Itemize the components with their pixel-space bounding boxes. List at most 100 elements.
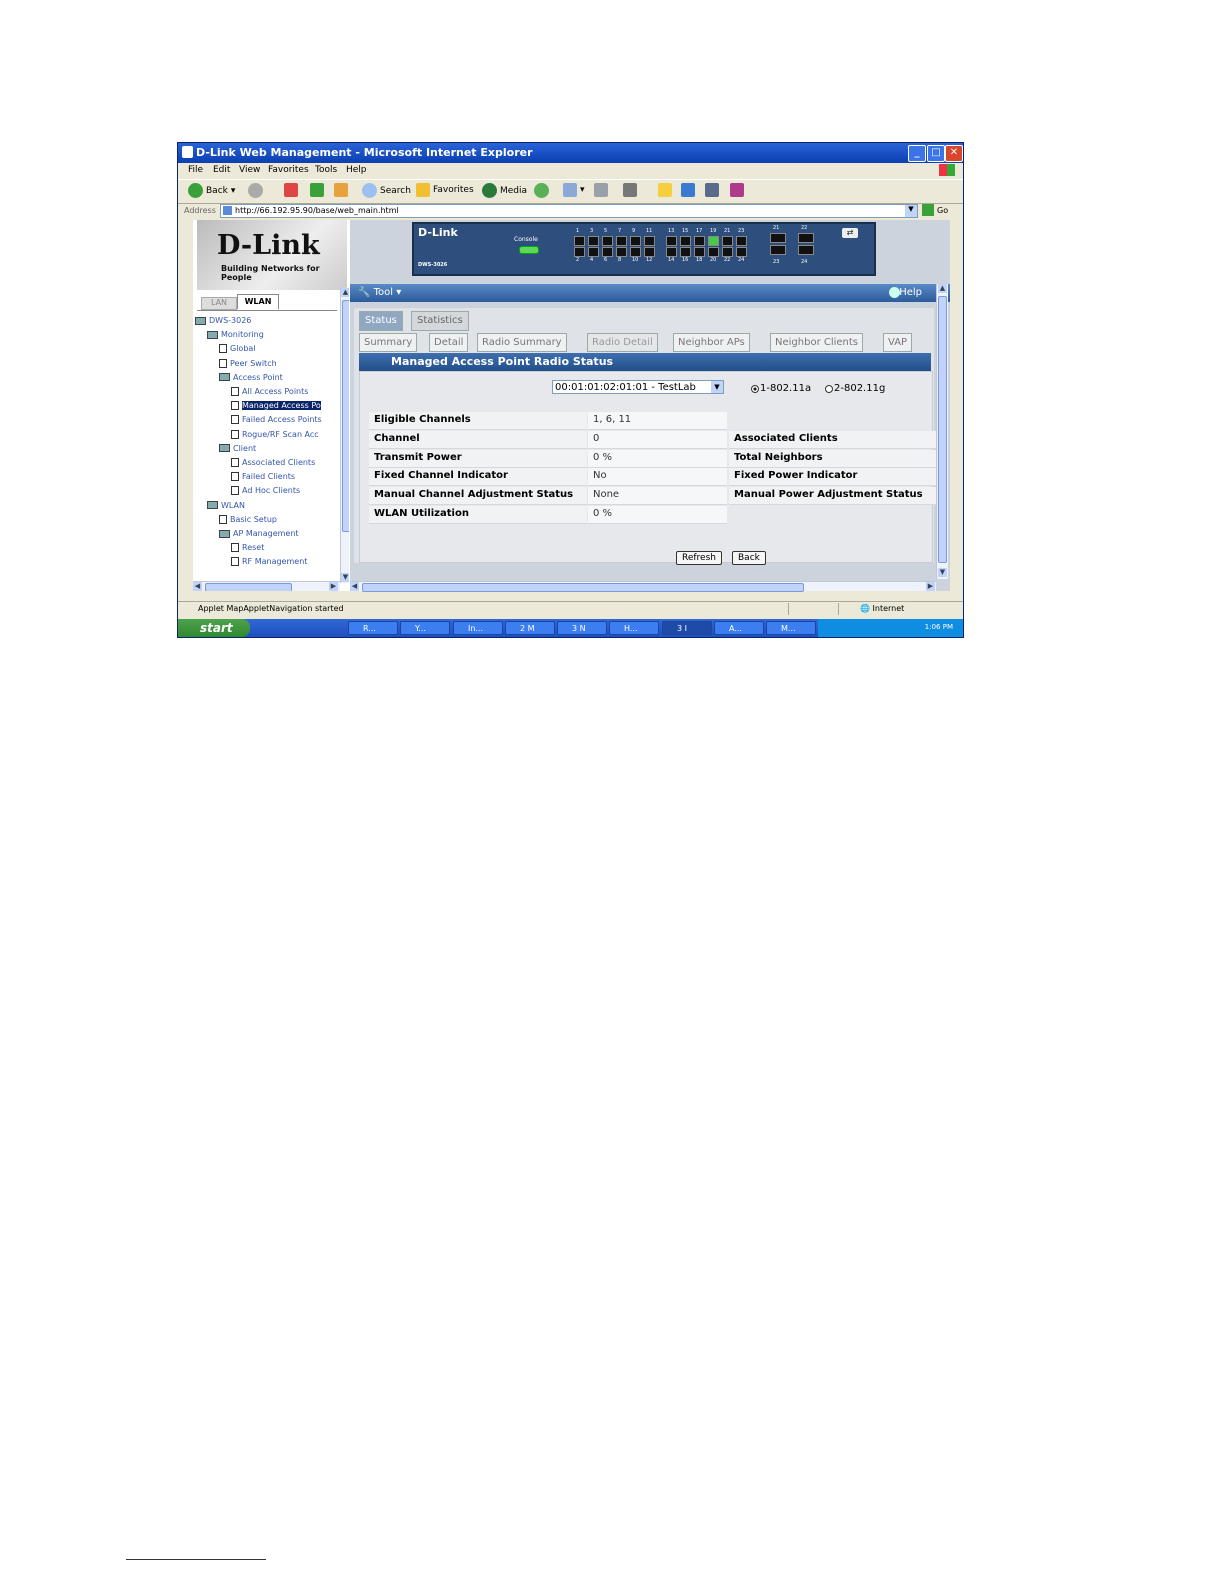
menu-view[interactable]: View bbox=[239, 165, 260, 175]
extra-button-1[interactable] bbox=[681, 183, 695, 197]
menu-help[interactable]: Help bbox=[346, 165, 367, 175]
menu-edit[interactable]: Edit bbox=[213, 165, 230, 175]
back-button[interactable]: Back ▾ bbox=[188, 183, 235, 198]
switch-port[interactable] bbox=[602, 247, 613, 257]
switch-port[interactable] bbox=[630, 247, 641, 257]
tree-item[interactable]: Basic Setup bbox=[219, 514, 277, 524]
radio-option-2[interactable]: 2-802.11g bbox=[825, 383, 885, 394]
refresh-button[interactable]: Refresh bbox=[676, 551, 722, 565]
tree-scroll-thumb[interactable] bbox=[342, 300, 349, 532]
edit-button[interactable] bbox=[623, 183, 637, 197]
taskbar-button[interactable]: 2 M bbox=[505, 621, 555, 635]
radio-dot[interactable] bbox=[751, 384, 759, 393]
ap-select[interactable]: 00:01:01:02:01:01 - TestLab ▼ bbox=[552, 380, 724, 394]
tree-item[interactable]: Failed Clients bbox=[231, 472, 295, 482]
help-button[interactable]: Help bbox=[899, 287, 922, 298]
switch-port[interactable] bbox=[694, 236, 705, 246]
tree-item[interactable]: Peer Switch bbox=[219, 358, 277, 368]
tree-item[interactable]: WLAN bbox=[207, 501, 245, 510]
switch-port[interactable] bbox=[588, 247, 599, 257]
switch-port[interactable] bbox=[644, 236, 655, 246]
taskbar-button[interactable]: 3 I bbox=[662, 621, 712, 635]
main-hscroll-thumb[interactable] bbox=[362, 583, 804, 592]
address-input[interactable]: http://66.192.95.90/base/web_main.html ▼ bbox=[220, 204, 918, 218]
tree-item[interactable]: All Access Points bbox=[231, 387, 308, 396]
radio-option-1[interactable]: 1-802.11a bbox=[751, 383, 811, 394]
switch-port[interactable] bbox=[722, 236, 733, 246]
back-button-page[interactable]: Back bbox=[732, 551, 766, 565]
tab-lan[interactable]: LAN bbox=[201, 297, 237, 310]
tree-item[interactable]: Rogue/RF Scan Acc bbox=[231, 429, 319, 439]
menu-tools[interactable]: Tools bbox=[315, 165, 337, 175]
favorites-button[interactable]: Favorites bbox=[416, 183, 474, 197]
subtab-neighbor-aps[interactable]: Neighbor APs bbox=[673, 333, 750, 352]
taskbar-button[interactable]: H... bbox=[609, 621, 659, 635]
scroll-right-icon[interactable]: ▶ bbox=[926, 582, 935, 591]
switch-port[interactable] bbox=[680, 236, 691, 246]
switch-port[interactable] bbox=[644, 247, 655, 257]
uplink-port[interactable] bbox=[798, 233, 814, 243]
start-button[interactable]: start bbox=[178, 619, 250, 637]
folder-button[interactable] bbox=[658, 183, 672, 197]
subtab-radio-summary[interactable]: Radio Summary bbox=[477, 333, 567, 352]
tree-item[interactable]: DWS-3026 bbox=[195, 316, 251, 325]
subtab-radio-detail[interactable]: Radio Detail bbox=[587, 333, 658, 352]
tree-item[interactable]: AP Management bbox=[219, 529, 299, 538]
go-button[interactable]: Go bbox=[922, 204, 948, 216]
taskbar-button[interactable]: A... bbox=[714, 621, 764, 635]
quick-launch[interactable] bbox=[264, 622, 334, 634]
switch-port[interactable] bbox=[588, 236, 599, 246]
scroll-left-icon[interactable]: ◀ bbox=[350, 582, 359, 591]
tree-item[interactable]: Ad Hoc Clients bbox=[231, 486, 300, 496]
taskbar-button[interactable]: 3 N bbox=[557, 621, 607, 635]
tab-statistics[interactable]: Statistics bbox=[411, 311, 469, 331]
tree-hscroll-thumb[interactable] bbox=[205, 583, 292, 591]
refresh-browser-button[interactable] bbox=[310, 183, 324, 197]
switch-port[interactable] bbox=[666, 247, 677, 257]
search-button[interactable]: Search bbox=[362, 183, 411, 198]
menu-favorites[interactable]: Favorites bbox=[268, 165, 309, 175]
scroll-up-icon[interactable]: ▲ bbox=[341, 288, 349, 297]
media-button[interactable]: Media bbox=[482, 183, 527, 198]
scroll-up-icon[interactable]: ▲ bbox=[938, 284, 947, 293]
tab-wlan[interactable]: WLAN bbox=[237, 294, 279, 309]
tab-status[interactable]: Status bbox=[359, 311, 403, 331]
switch-port[interactable] bbox=[616, 236, 627, 246]
minimize-button[interactable]: _ bbox=[908, 145, 926, 162]
tree-horizontal-scrollbar[interactable]: ◀ ▶ bbox=[193, 581, 340, 591]
scroll-down-icon[interactable]: ▼ bbox=[938, 568, 947, 577]
taskbar-button[interactable]: In... bbox=[453, 621, 503, 635]
tree-item[interactable]: Managed Access Po bbox=[231, 401, 321, 411]
history-button[interactable] bbox=[534, 183, 549, 198]
uplink-port[interactable] bbox=[798, 245, 814, 255]
tree-item[interactable]: Reset bbox=[231, 543, 264, 553]
extra-button-2[interactable] bbox=[705, 183, 719, 197]
forward-button[interactable] bbox=[248, 183, 263, 198]
switch-port[interactable] bbox=[574, 247, 585, 257]
menu-file[interactable]: File bbox=[188, 165, 203, 175]
subtab-summary[interactable]: Summary bbox=[359, 333, 418, 352]
scroll-down-icon[interactable]: ▼ bbox=[341, 573, 349, 582]
tool-menu[interactable]: 🔧 Tool ▾ bbox=[358, 287, 401, 298]
tree-item[interactable]: Client bbox=[219, 444, 256, 453]
stop-button[interactable] bbox=[284, 183, 298, 197]
switch-port[interactable] bbox=[722, 247, 733, 257]
radio-dot[interactable] bbox=[825, 384, 833, 393]
switch-port[interactable] bbox=[574, 236, 585, 246]
tree-item[interactable]: Monitoring bbox=[207, 330, 264, 339]
switch-port[interactable] bbox=[736, 247, 747, 257]
main-horizontal-scrollbar[interactable]: ◀ ▶ bbox=[350, 581, 936, 592]
subtab-detail[interactable]: Detail bbox=[429, 333, 469, 352]
maximize-button[interactable]: □ bbox=[927, 145, 945, 162]
subtab-vap[interactable]: VAP bbox=[883, 333, 913, 352]
tree-item[interactable]: RF Management bbox=[231, 557, 307, 567]
chevron-down-icon[interactable]: ▼ bbox=[711, 381, 723, 393]
uplink-port[interactable] bbox=[770, 233, 786, 243]
switch-port[interactable] bbox=[616, 247, 627, 257]
switch-port[interactable] bbox=[630, 236, 641, 246]
main-vertical-scrollbar[interactable]: ▲ ▼ bbox=[936, 284, 948, 579]
scroll-right-icon[interactable]: ▶ bbox=[329, 582, 338, 591]
scroll-left-icon[interactable]: ◀ bbox=[193, 582, 202, 591]
subtab-neighbor-clients[interactable]: Neighbor Clients bbox=[770, 333, 864, 352]
chevron-down-icon[interactable]: ▼ bbox=[905, 205, 917, 217]
